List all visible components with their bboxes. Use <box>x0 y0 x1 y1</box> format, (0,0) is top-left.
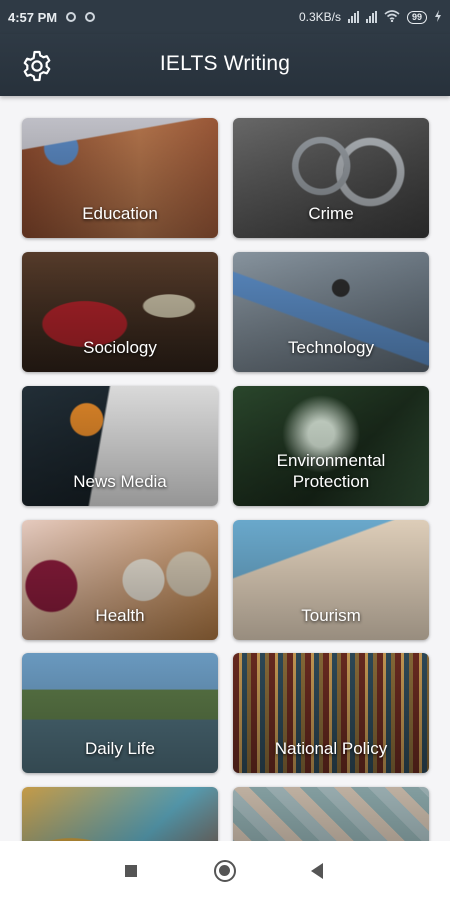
category-label: Sociology <box>83 338 157 357</box>
app-bar: IELTS Writing <box>0 34 450 96</box>
network-speed: 0.3KB/s <box>298 10 341 24</box>
category-grid: Education Crime Sociology Technology New… <box>0 96 450 841</box>
category-label: Education <box>82 204 158 223</box>
system-nav-bar <box>0 841 450 900</box>
category-card-technology[interactable]: Technology <box>233 252 429 372</box>
category-label: National Policy <box>274 739 388 758</box>
category-card-partial-1[interactable] <box>22 787 218 841</box>
signal-icon-2 <box>365 11 377 23</box>
signal-icon <box>347 11 359 23</box>
category-card-tourism[interactable]: Tourism <box>233 520 429 640</box>
category-label: News Media <box>73 472 167 491</box>
category-label: Health <box>95 606 145 625</box>
page-title: IELTS Writing <box>159 52 291 75</box>
category-label: Environmental Protection <box>276 451 386 491</box>
status-bar: 4:57 PM 0.3KB/s 99 <box>0 0 450 34</box>
category-card-news-media[interactable]: News Media <box>22 386 218 506</box>
notification-icon <box>66 12 77 22</box>
notification-icon-2 <box>85 12 96 22</box>
back-icon[interactable] <box>311 863 323 879</box>
home-icon[interactable] <box>214 860 236 882</box>
category-label: Tourism <box>301 606 361 625</box>
wifi-icon <box>384 9 400 25</box>
category-card-national-policy[interactable]: National Policy <box>233 653 429 773</box>
category-label: Crime <box>308 204 354 223</box>
category-card-partial-2[interactable] <box>233 787 429 841</box>
status-time: 4:57 PM <box>8 9 58 25</box>
category-card-crime[interactable]: Crime <box>233 118 429 238</box>
category-label: Daily Life <box>85 739 155 758</box>
recent-apps-icon[interactable] <box>125 865 137 877</box>
battery-indicator: 99 <box>406 10 427 24</box>
category-label: Technology <box>287 338 374 357</box>
category-card-environmental-protection[interactable]: Environmental Protection <box>233 386 429 506</box>
category-card-daily-life[interactable]: Daily Life <box>22 653 218 773</box>
category-card-health[interactable]: Health <box>22 520 218 640</box>
category-card-sociology[interactable]: Sociology <box>22 252 218 372</box>
category-card-education[interactable]: Education <box>22 118 218 238</box>
charging-icon <box>434 9 442 25</box>
